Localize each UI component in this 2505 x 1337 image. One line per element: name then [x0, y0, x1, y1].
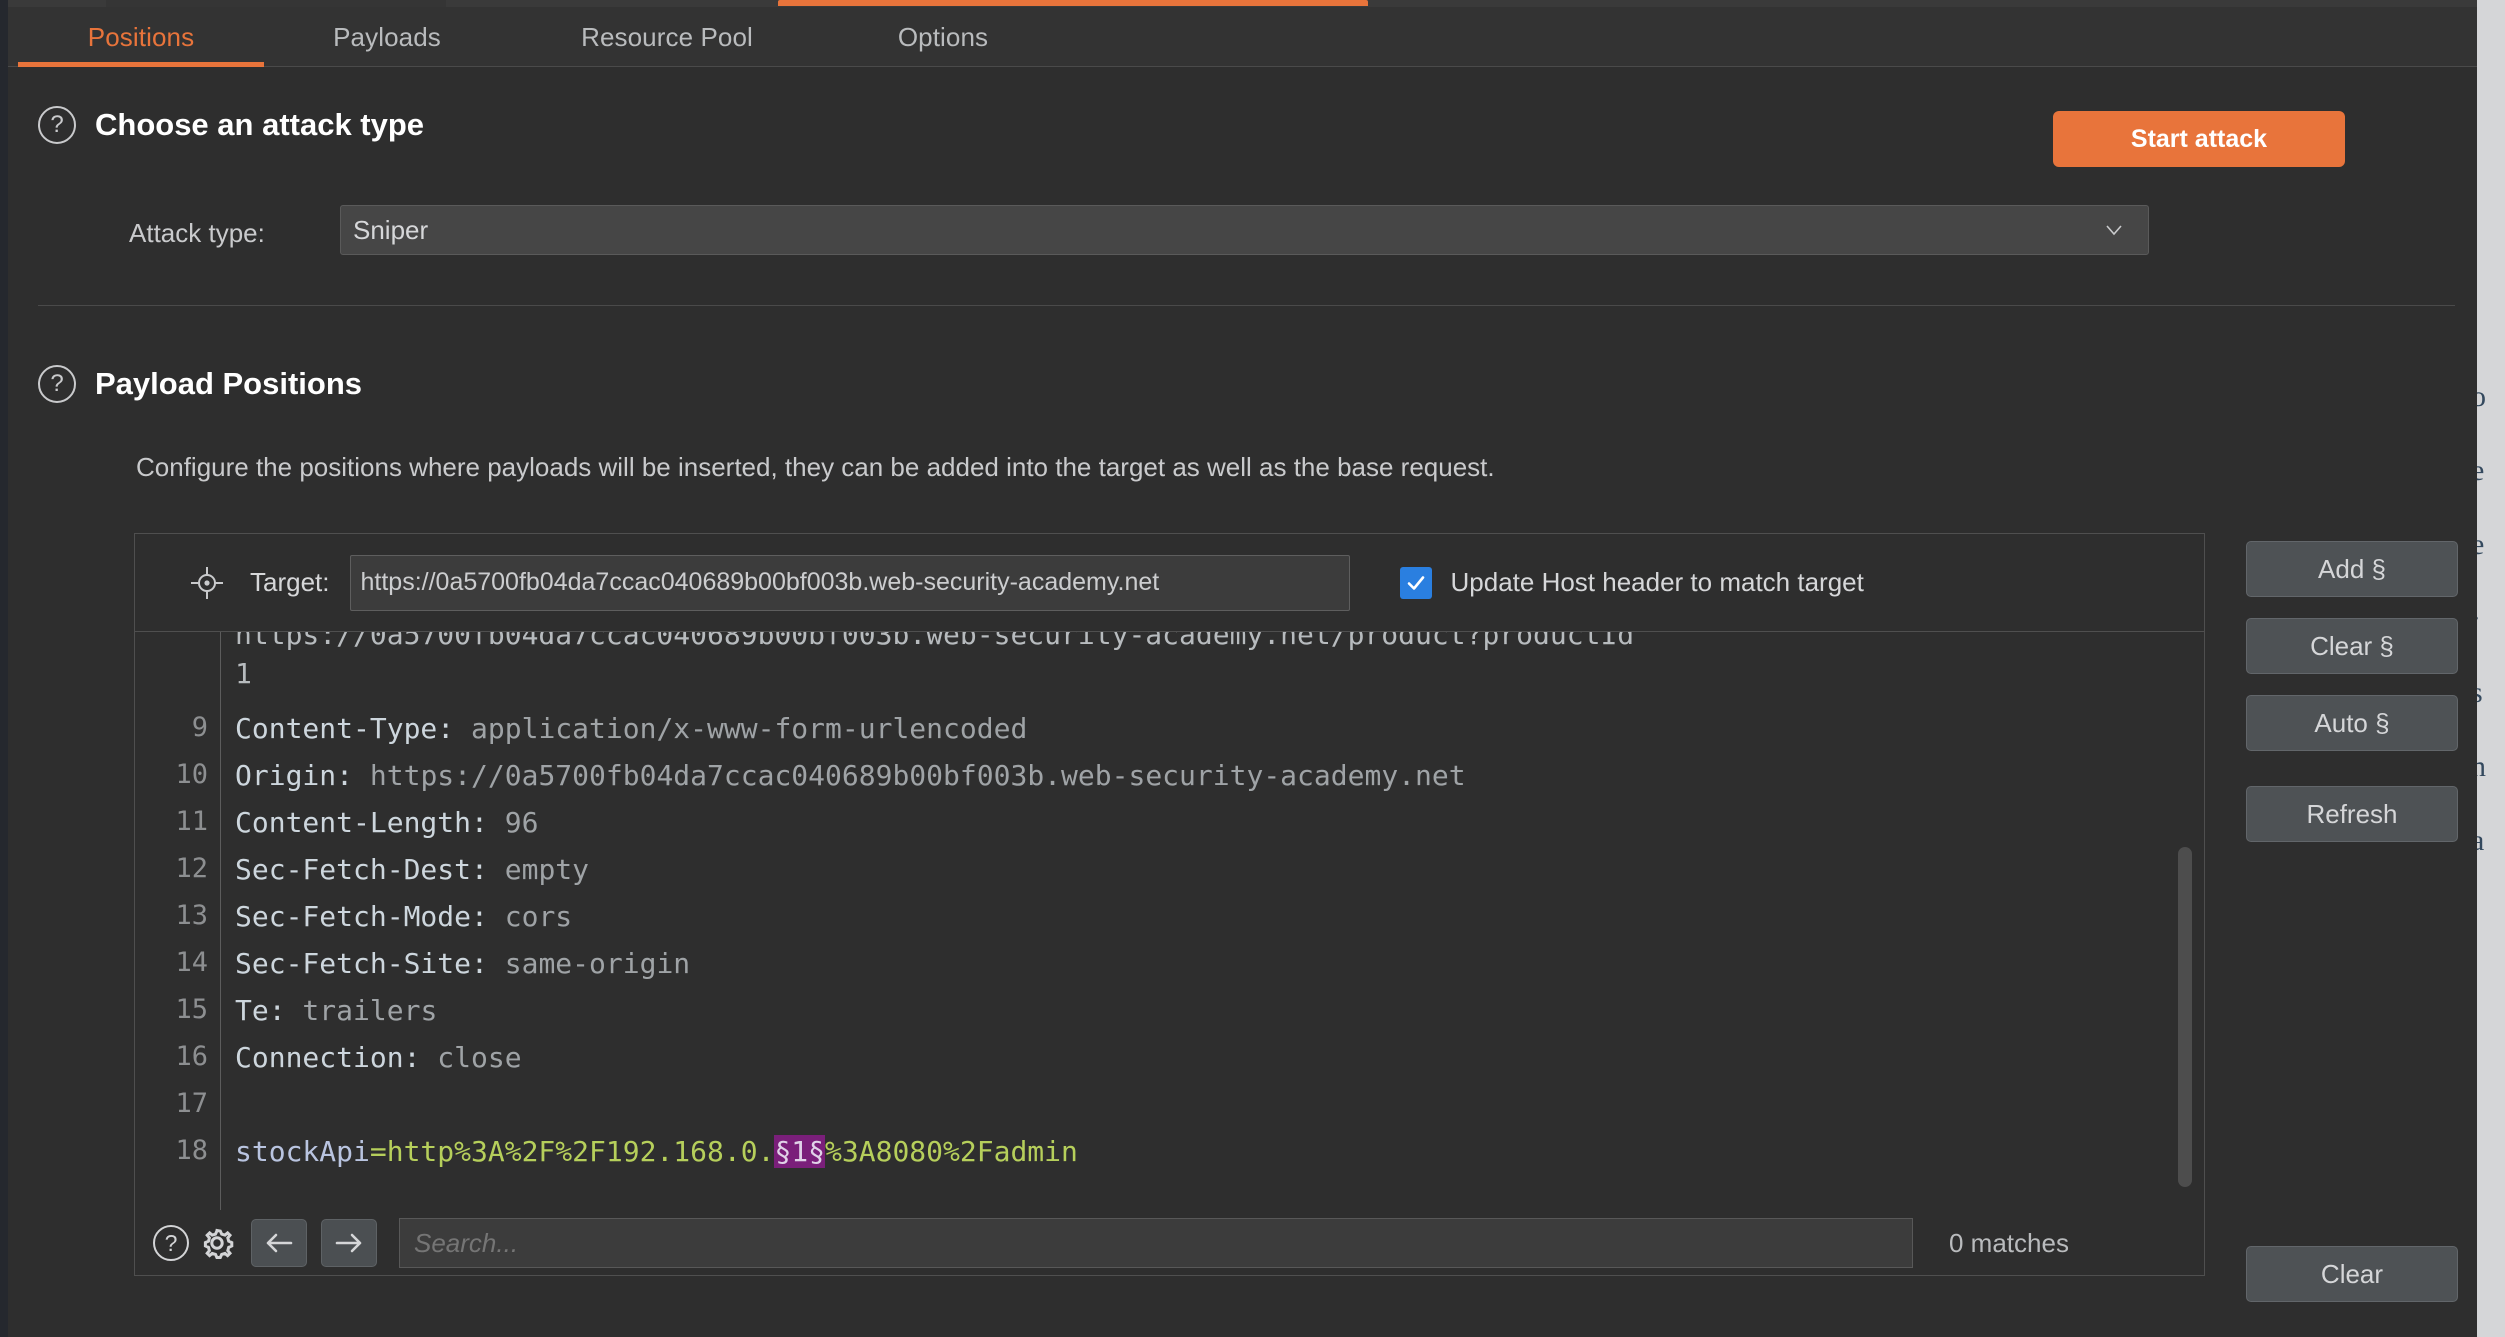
code-line[interactable]: Sec-Fetch-Mode: cors	[235, 900, 572, 933]
search-next-button[interactable]	[321, 1219, 377, 1267]
request-editor-panel: Target: Update Host header to match targ…	[134, 533, 2205, 1276]
tab-label: Positions	[87, 21, 195, 52]
target-label: Target:	[250, 567, 330, 597]
code-segment: Sec-Fetch-Mode:	[235, 900, 488, 933]
search-input[interactable]	[399, 1218, 1913, 1268]
code-line[interactable]: stockApi=http%3A%2F%2F192.168.0.§1§%3A80…	[235, 1135, 1078, 1168]
arrow-right-icon	[335, 1233, 362, 1253]
vertical-scrollbar[interactable]	[2178, 847, 2192, 1187]
code-line[interactable]: Content-Length: 96	[235, 806, 538, 839]
code-line[interactable]: Origin: https://0a5700fb04da7ccac040689b…	[235, 759, 1466, 792]
code-segment: Origin:	[235, 759, 354, 792]
tab-options[interactable]: Options	[848, 7, 1038, 67]
question-mark-icon[interactable]: ?	[38, 365, 76, 403]
code-segment: stockApi	[235, 1135, 370, 1168]
code-segment: empty	[487, 853, 590, 886]
attack-type-label: Attack type:	[129, 218, 265, 248]
target-row: Target: Update Host header to match targ…	[135, 534, 2204, 631]
auto-section-button[interactable]: Auto §	[2246, 695, 2458, 751]
question-mark-icon[interactable]: ?	[153, 1225, 189, 1261]
start-attack-button[interactable]: Start attack	[2053, 111, 2345, 167]
line-number: 11	[175, 806, 208, 837]
code-segment: close	[420, 1041, 522, 1074]
clear-button[interactable]: Clear	[2246, 1246, 2458, 1302]
code-segment: 96	[487, 806, 539, 839]
tab-label: Options	[897, 21, 989, 52]
code-segment: application/x-www-form-urlencoded	[454, 712, 1028, 745]
line-number: 13	[175, 900, 208, 931]
attack-type-selected-value: Sniper	[353, 214, 429, 245]
tab-label: Payloads	[333, 21, 441, 52]
question-mark-icon[interactable]: ?	[38, 106, 76, 144]
burp-intruder-window: Positions Payloads Resource Pool Options ? …	[0, 0, 2477, 1337]
update-host-checkbox[interactable]	[1399, 566, 1432, 599]
gear-icon[interactable]	[197, 1223, 237, 1263]
code-segment: Content-Type:	[235, 712, 455, 745]
update-host-label: Update Host header to match target	[1450, 567, 1864, 597]
section-divider	[38, 305, 2455, 306]
line-number: 9	[191, 712, 208, 743]
line-number: 15	[175, 994, 208, 1025]
target-input[interactable]	[349, 554, 1350, 611]
request-code-area[interactable]: 9 10 11 12 13 14 15 16 17 18 https://0a5700fb04da…	[135, 632, 2204, 1210]
code-line[interactable]: Sec-Fetch-Dest: empty	[235, 853, 589, 886]
attack-type-section-header: ? Choose an attack type	[38, 106, 424, 144]
code-segment: Content-Length:	[235, 806, 488, 839]
payload-positions-section-header: ? Payload Positions	[38, 365, 362, 403]
tab-payloads[interactable]: Payloads	[280, 7, 494, 67]
code-segment: cors	[487, 900, 573, 933]
tab-active-underline	[18, 62, 264, 67]
outer-active-tab-indicator[interactable]	[778, 0, 1368, 6]
code-segment: Sec-Fetch-Site:	[235, 947, 488, 980]
tab-resource-pool[interactable]: Resource Pool	[510, 7, 824, 67]
code-segment: =http%3A%2F%2F192.168.0.	[369, 1135, 775, 1168]
code-segment: trailers	[285, 994, 438, 1027]
code-line[interactable]: Sec-Fetch-Site: same-origin	[235, 947, 690, 980]
outer-tab-strip	[8, 0, 2477, 7]
line-number: 16	[175, 1041, 208, 1072]
outer-inactive-tab[interactable]	[106, 0, 446, 7]
code-segment: same-origin	[487, 947, 691, 980]
line-number: 12	[175, 853, 208, 884]
line-number-gutter: 9 10 11 12 13 14 15 16 17 18	[135, 632, 221, 1210]
search-matches-count: 0 matches	[1949, 1227, 2069, 1258]
attack-type-select[interactable]: Sniper	[340, 205, 2149, 255]
line-number: 10	[175, 759, 208, 790]
attack-type-title: Choose an attack type	[95, 107, 425, 142]
add-section-button[interactable]: Add §	[2246, 541, 2458, 597]
arrow-left-icon	[266, 1233, 293, 1253]
code-segment: Sec-Fetch-Dest:	[235, 853, 488, 886]
tab-positions[interactable]: Positions	[18, 7, 264, 67]
line-number: 17	[175, 1088, 208, 1119]
code-segment: https://0a5700fb04da7ccac040689b00bf003b…	[353, 759, 1466, 792]
code-line[interactable]: Te: trailers	[235, 994, 437, 1027]
editor-search-bar: ? 0 matches	[135, 1210, 2204, 1275]
search-prev-button[interactable]	[251, 1219, 307, 1267]
update-host-checkbox-wrapper[interactable]: Update Host header to match target	[1399, 566, 1864, 599]
code-segment: Connection:	[235, 1041, 421, 1074]
tab-label: Resource Pool	[581, 21, 753, 52]
code-segment: %3A8080%2Fadmin	[825, 1135, 1078, 1168]
target-crosshair-icon[interactable]	[190, 566, 224, 600]
line-number: 18	[175, 1135, 208, 1166]
line-number: 14	[175, 947, 208, 978]
checkmark-icon	[1407, 575, 1424, 590]
chevron-down-icon	[2106, 225, 2122, 236]
clear-section-button[interactable]: Clear §	[2246, 618, 2458, 674]
refresh-button[interactable]: Refresh	[2246, 786, 2458, 842]
code-line-clipped-wrap: 1	[235, 657, 252, 690]
code-line-clipped: https://0a5700fb04da7ccac040689b00bf003b…	[235, 632, 1635, 651]
payload-positions-description: Configure the positions where payloads w…	[136, 452, 1495, 482]
code-segment: Te:	[235, 994, 286, 1027]
intruder-tabbar: Positions Payloads Resource Pool Options	[8, 7, 2477, 67]
code-line[interactable]: Content-Type: application/x-www-form-url…	[235, 712, 1027, 745]
payload-positions-title: Payload Positions	[95, 366, 363, 401]
code-line[interactable]: Connection: close	[235, 1041, 522, 1074]
payload-position-marker[interactable]: §1§	[774, 1135, 826, 1168]
